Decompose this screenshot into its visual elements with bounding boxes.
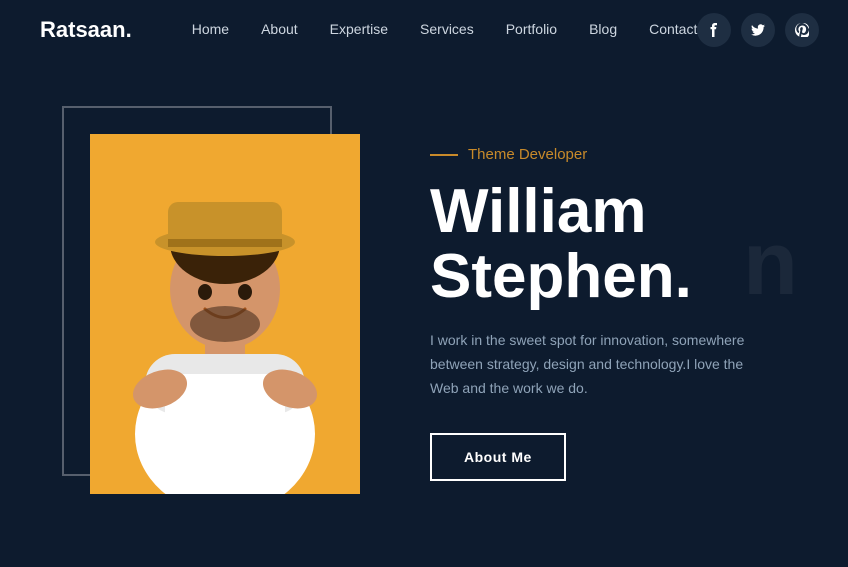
role-text: Theme Developer	[468, 146, 587, 163]
person-svg	[90, 134, 360, 494]
hero-name: William Stephen. n	[430, 179, 788, 309]
role-line: Theme Developer	[430, 146, 788, 163]
hero-last-name-wrapper: Stephen. n	[430, 244, 788, 309]
nav-item-blog[interactable]: Blog	[589, 21, 617, 39]
hero-first-name: William	[430, 179, 788, 244]
nav-item-contact[interactable]: Contact	[649, 21, 697, 39]
nav-item-portfolio[interactable]: Portfolio	[506, 21, 557, 39]
nav-item-expertise[interactable]: Expertise	[330, 21, 388, 39]
hero-last-name: Stephen.	[430, 242, 692, 311]
twitter-icon[interactable]	[741, 13, 775, 47]
pinterest-icon[interactable]	[785, 13, 819, 47]
site-logo[interactable]: Ratsaan.	[40, 17, 132, 43]
main-content: Theme Developer William Stephen. n I wor…	[0, 60, 848, 567]
role-dash	[430, 154, 458, 156]
portrait-wrapper	[80, 124, 370, 504]
nav-item-services[interactable]: Services	[420, 21, 474, 39]
social-icons	[697, 13, 819, 47]
right-content: Theme Developer William Stephen. n I wor…	[430, 146, 788, 481]
facebook-icon[interactable]	[697, 13, 731, 47]
nav-item-about[interactable]: About	[261, 21, 298, 39]
about-me-button[interactable]: About Me	[430, 433, 566, 481]
nav-item-home[interactable]: Home	[192, 21, 229, 39]
portrait-image	[90, 134, 360, 494]
nav-links: Home About Expertise Services Portfolio …	[192, 21, 698, 39]
hero-description: I work in the sweet spot for innovation,…	[430, 329, 750, 400]
navbar: Ratsaan. Home About Expertise Services P…	[0, 0, 848, 60]
